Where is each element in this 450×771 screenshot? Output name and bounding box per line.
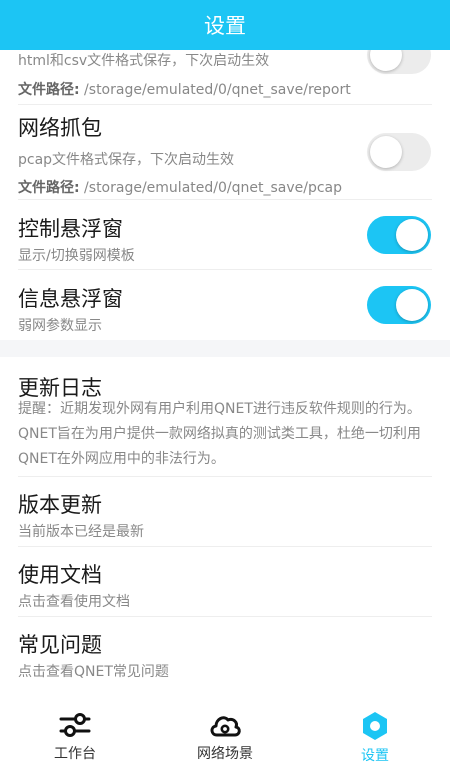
toggle-knob — [396, 289, 428, 321]
faq-desc: 点击查看QNET常见问题 — [18, 664, 169, 680]
control-float-title: 控制悬浮窗 — [18, 217, 123, 241]
report-toggle[interactable] — [367, 50, 431, 74]
info-float-title: 信息悬浮窗 — [18, 287, 123, 311]
capture-title: 网络抓包 — [18, 116, 102, 140]
capture-path-label: 文件路径: — [18, 180, 80, 196]
report-path: 文件路径: /storage/emulated/0/qnet_save/repo… — [18, 79, 351, 99]
changelog-row[interactable]: 更新日志 提醒：近期发现外网有用户利用QNET进行违反软件规则的行为。QNET旨… — [0, 357, 450, 477]
hexagon-gear-icon — [363, 712, 387, 740]
control-float-row: 控制悬浮窗 显示/切换弱网模板 — [0, 200, 450, 270]
settings-list[interactable]: html和csv文件格式保存，下次启动生效 文件路径: /storage/emu… — [0, 50, 450, 703]
capture-path: 文件路径: /storage/emulated/0/qnet_save/pcap — [18, 177, 342, 197]
version-desc: 当前版本已经是最新 — [18, 524, 144, 540]
sliders-icon — [59, 713, 91, 737]
page-title: 设置 — [204, 14, 246, 38]
control-float-desc: 显示/切换弱网模板 — [18, 248, 135, 264]
version-row[interactable]: 版本更新 当前版本已经是最新 — [0, 477, 450, 547]
capture-desc: pcap文件格式保存，下次启动生效 — [18, 152, 235, 168]
capture-setting-row: 网络抓包 pcap文件格式保存，下次启动生效 文件路径: /storage/em… — [0, 105, 450, 200]
faq-title: 常见问题 — [18, 633, 102, 657]
report-path-label: 文件路径: — [18, 82, 80, 98]
report-desc: html和csv文件格式保存，下次启动生效 — [18, 53, 270, 69]
toggle-knob — [370, 136, 402, 168]
capture-toggle[interactable] — [367, 133, 431, 171]
info-float-desc: 弱网参数显示 — [18, 318, 102, 334]
changelog-desc: 提醒：近期发现外网有用户利用QNET进行违反软件规则的行为。QNET旨在为用户提… — [18, 401, 421, 467]
docs-row[interactable]: 使用文档 点击查看使用文档 — [0, 547, 450, 617]
tab-workbench[interactable]: 工作台 — [0, 703, 150, 771]
toggle-knob — [370, 50, 402, 71]
control-float-toggle[interactable] — [367, 216, 431, 254]
capture-path-value: /storage/emulated/0/qnet_save/pcap — [79, 180, 342, 196]
info-float-row: 信息悬浮窗 弱网参数显示 — [0, 270, 450, 340]
tab-scenes-label: 网络场景 — [197, 746, 253, 762]
info-float-toggle[interactable] — [367, 286, 431, 324]
report-setting-row: html和csv文件格式保存，下次启动生效 文件路径: /storage/emu… — [0, 50, 450, 105]
tab-scenes[interactable]: 网络场景 — [150, 703, 300, 771]
docs-desc: 点击查看使用文档 — [18, 594, 130, 610]
report-path-value: /storage/emulated/0/qnet_save/report — [79, 82, 351, 98]
section-gap — [0, 340, 450, 357]
toggle-knob — [396, 219, 428, 251]
version-title: 版本更新 — [18, 493, 102, 517]
app-header: 设置 — [0, 0, 450, 50]
bottom-tab-bar: 工作台 网络场景 设置 — [0, 703, 450, 771]
faq-row[interactable]: 常见问题 点击查看QNET常见问题 — [0, 617, 450, 687]
docs-title: 使用文档 — [18, 563, 102, 587]
tab-workbench-label: 工作台 — [54, 746, 96, 762]
cloud-icon — [210, 716, 241, 737]
tab-settings-label: 设置 — [361, 748, 389, 764]
tab-settings[interactable]: 设置 — [300, 703, 450, 771]
